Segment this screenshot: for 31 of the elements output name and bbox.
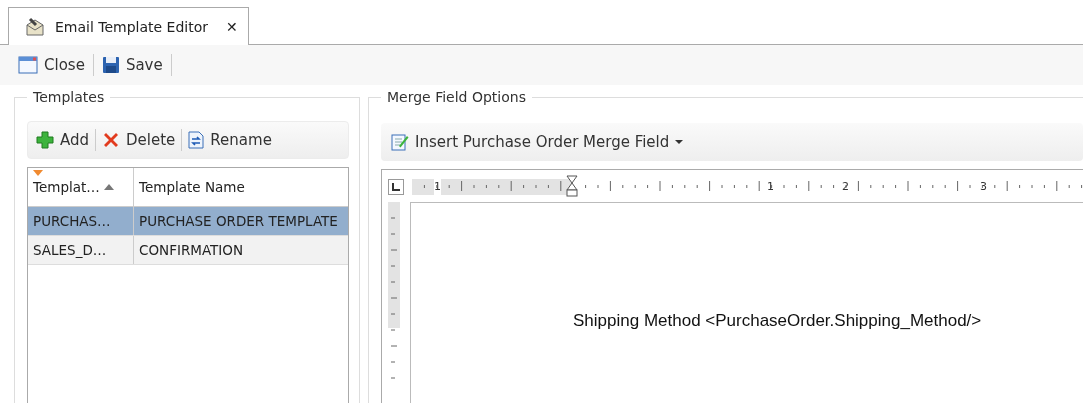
- table-cell-text: CONFIRMATION: [138, 241, 245, 260]
- document-arrows-icon: [188, 131, 205, 149]
- rename-button[interactable]: Rename: [184, 129, 276, 151]
- close-tab-button[interactable]: ✕: [226, 18, 238, 35]
- tab-stop-selector[interactable]: [388, 179, 404, 195]
- ruler-number: 1: [434, 179, 441, 195]
- document-page[interactable]: Shipping Method <PurchaseOrder.Shipping_Method/>: [410, 202, 1083, 403]
- group-title: Merge Field Options: [386, 89, 527, 105]
- column-header[interactable]: Templat…: [28, 168, 134, 206]
- column-header[interactable]: Template Name: [134, 168, 348, 206]
- add-button[interactable]: Add: [32, 129, 94, 151]
- document-pencil-icon: [391, 133, 409, 151]
- dropdown-caret-icon: [675, 139, 684, 145]
- filter-icon: [33, 170, 43, 176]
- group-title: Templates: [32, 89, 106, 105]
- sort-ascending-icon: [103, 184, 114, 190]
- envelope-icon: [25, 16, 45, 37]
- delete-button[interactable]: Delete: [98, 129, 180, 151]
- window-icon: [18, 56, 38, 74]
- table-cell-text: PURCHASE ORDER TEMPLATE: [138, 212, 339, 231]
- close-button[interactable]: Close: [14, 54, 89, 76]
- editor-tab[interactable]: Email Template Editor ✕: [8, 7, 249, 45]
- x-mark-icon: [102, 131, 121, 149]
- table-cell: PURCHAS…: [28, 207, 134, 235]
- table-row[interactable]: PURCHAS… PURCHASE ORDER TEMPLATE: [28, 207, 348, 236]
- document-text: Shipping Method <PurchaseOrder.Shipping_Method/>: [573, 311, 982, 330]
- left-tab-icon: [392, 183, 400, 191]
- table-cell: SALES_D…: [28, 236, 134, 264]
- save-button[interactable]: Save: [97, 54, 167, 76]
- plus-icon: [36, 131, 54, 149]
- table-row[interactable]: SALES_D… CONFIRMATION: [28, 236, 348, 265]
